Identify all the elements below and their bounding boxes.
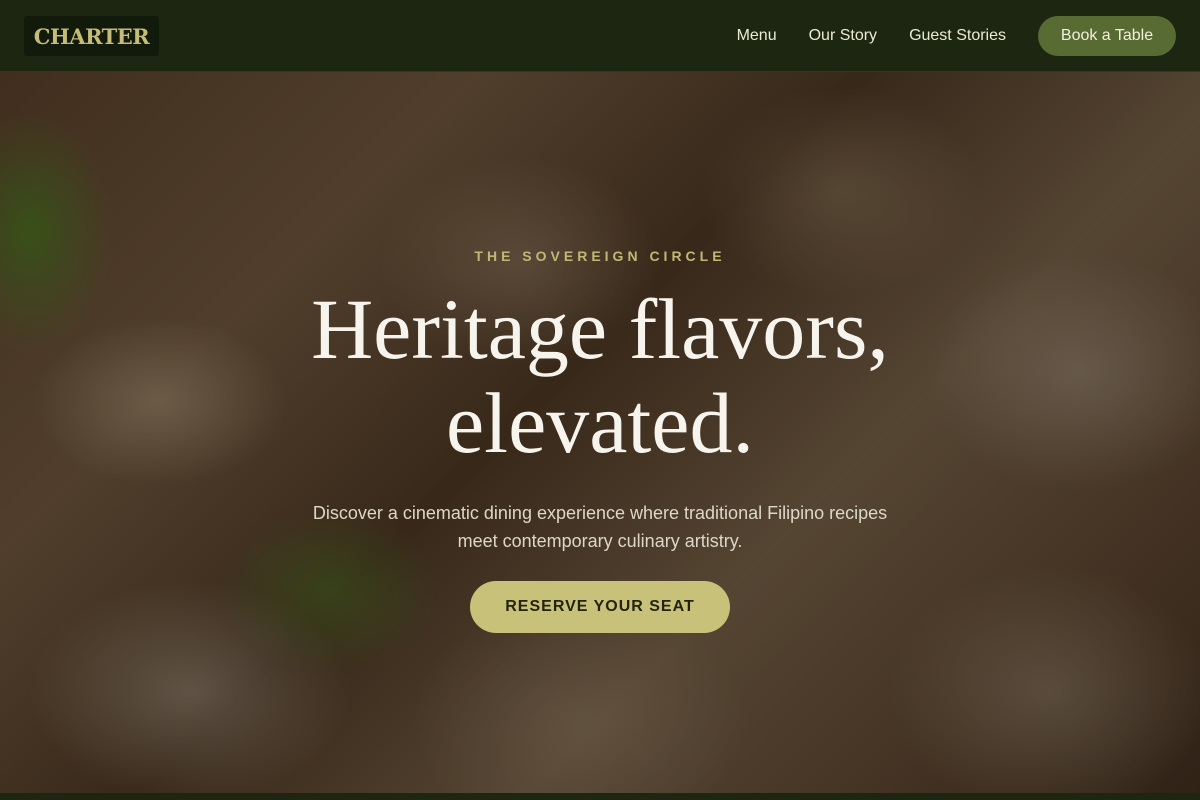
main-nav: Menu Our Story Guest Stories (737, 0, 1006, 72)
hero-headline-line2: elevated. (446, 375, 754, 471)
hero-eyebrow: THE SOVEREIGN CIRCLE (474, 248, 726, 264)
hero-content: THE SOVEREIGN CIRCLE Heritage flavors, e… (0, 72, 1200, 793)
hero-section: THE SOVEREIGN CIRCLE Heritage flavors, e… (0, 72, 1200, 793)
top-navbar: CHARTER Menu Our Story Guest Stories Boo… (0, 0, 1200, 72)
hero-headline: Heritage flavors, elevated. (100, 282, 1100, 470)
reserve-seat-button[interactable]: RESERVE YOUR SEAT (470, 581, 730, 633)
nav-link-menu[interactable]: Menu (737, 27, 777, 45)
hero-headline-line1: Heritage flavors, (311, 281, 889, 377)
brand-logo[interactable]: CHARTER (24, 16, 159, 56)
hero-subtext: Discover a cinematic dining experience w… (312, 503, 888, 551)
book-table-button[interactable]: Book a Table (1038, 16, 1176, 56)
bottom-edge (0, 793, 1200, 800)
nav-link-our-story[interactable]: Our Story (809, 27, 877, 45)
nav-link-guest-stories[interactable]: Guest Stories (909, 27, 1006, 45)
